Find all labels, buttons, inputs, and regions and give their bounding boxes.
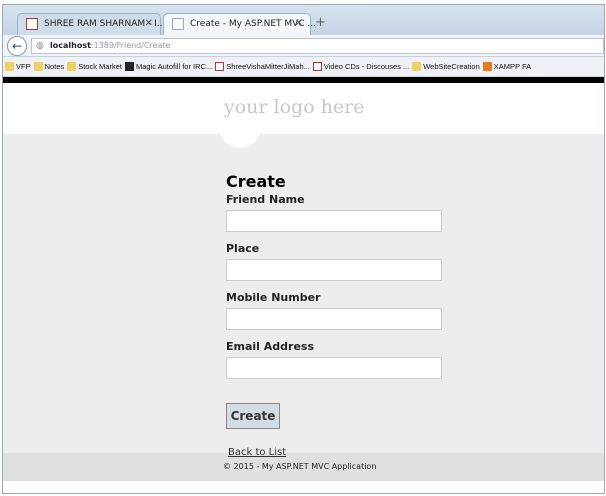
- bookmark-label: Magic Autofill for IRC...: [135, 62, 213, 71]
- page-icon: [215, 62, 225, 71]
- bookmark-shreevisha[interactable]: ShreeVishaMitterJiMah...: [215, 62, 310, 71]
- friend-name-label: Friend Name: [226, 193, 305, 206]
- xampp-icon: [482, 62, 492, 71]
- place-input[interactable]: [226, 259, 442, 281]
- copyright-text: © 2015 - My ASP.NET MVC Application: [223, 462, 377, 471]
- bookmark-notes[interactable]: Notes: [33, 62, 65, 71]
- email-address-label: Email Address: [226, 340, 315, 353]
- mobile-number-label: Mobile Number: [226, 291, 321, 304]
- mobile-number-input[interactable]: [226, 308, 442, 330]
- bookmark-label: VFP: [16, 62, 31, 71]
- bookmark-video-cds[interactable]: Video CDs - Discouses ...: [312, 62, 410, 71]
- email-address-input[interactable]: [226, 357, 442, 379]
- bookmark-websitecreation[interactable]: WebSiteCreation: [412, 62, 480, 71]
- bookmark-xampp[interactable]: XAMPP FA: [482, 62, 532, 71]
- place-label: Place: [226, 242, 260, 255]
- url-path: :1389/Friend/Create: [90, 41, 171, 50]
- bookmark-label: ShreeVishaMitterJiMah...: [226, 62, 310, 71]
- tab-bar: SHREE RAM SHARNAM - I... ✕ Create - My AS…: [3, 5, 604, 35]
- nav-bar: ← ◍ localhost:1389/Friend/Create: [3, 35, 604, 57]
- close-icon[interactable]: ✕: [145, 18, 153, 29]
- bookmark-label: WebSiteCreation: [423, 62, 480, 71]
- back-to-list-link[interactable]: Back to List: [228, 447, 466, 458]
- address-bar[interactable]: ◍ localhost:1389/Friend/Create: [31, 38, 604, 54]
- bookmark-label: Stock Market: [78, 62, 122, 71]
- folder-icon: [412, 62, 422, 71]
- new-tab-plus-icon[interactable]: +: [315, 15, 326, 30]
- page-title: Create: [226, 172, 286, 191]
- page-icon: [172, 18, 184, 30]
- site-header: your logo here: [3, 83, 604, 134]
- tab-create[interactable]: Create - My ASP.NET MVC ... ✕: [163, 13, 316, 35]
- create-button[interactable]: Create: [226, 403, 280, 429]
- logo-notch: [219, 122, 261, 148]
- site-logo[interactable]: your logo here: [224, 96, 365, 118]
- back-arrow-icon[interactable]: ←: [7, 36, 27, 56]
- browser-window: SHREE RAM SHARNAM - I... ✕ Create - My AS…: [2, 4, 605, 494]
- folder-icon: [5, 62, 14, 71]
- folder-icon: [33, 62, 43, 71]
- friend-name-input[interactable]: [226, 210, 442, 232]
- url-host: localhost: [50, 41, 91, 50]
- bookmarks-bar: VFP Notes Stock Market Magic Autofill fo…: [3, 57, 604, 77]
- bookmark-label: XAMPP FA: [493, 62, 532, 71]
- bookmark-stock-market[interactable]: Stock Market: [67, 62, 122, 71]
- bookmark-magic-autofill[interactable]: Magic Autofill for IRC...: [124, 62, 213, 71]
- bookmark-vfp[interactable]: VFP: [5, 62, 31, 71]
- page-icon: [26, 18, 38, 30]
- main-content: Create Friend Name Place Mobile Number E…: [3, 122, 604, 458]
- folder-icon: [67, 62, 77, 71]
- close-icon[interactable]: ✕: [295, 18, 303, 29]
- bookmark-label: Notes: [44, 62, 65, 71]
- bookmark-label: Video CDs - Discouses ...: [323, 62, 410, 71]
- globe-icon: ◍: [36, 41, 44, 51]
- create-form: Create Friend Name Place Mobile Number E…: [226, 172, 466, 458]
- tab-shree-ram[interactable]: SHREE RAM SHARNAM - I... ✕: [17, 13, 165, 35]
- page-icon: [312, 62, 322, 71]
- app-icon: [124, 62, 134, 71]
